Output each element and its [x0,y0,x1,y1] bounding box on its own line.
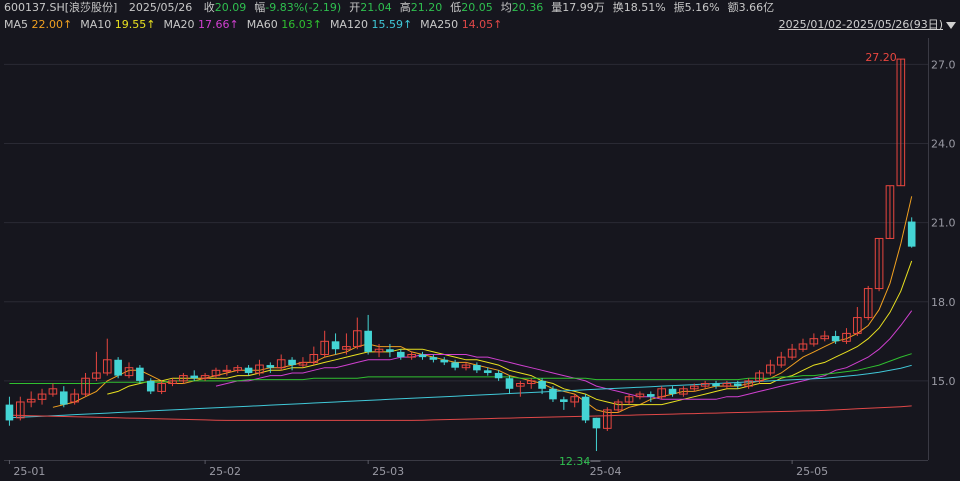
candle-body [505,378,514,389]
candle-body [549,388,557,400]
candle-body [288,359,296,366]
y-axis-line [928,38,929,460]
candlestick-chart[interactable]: 15.0 18.0 21.0 24.0 27.0 25-01 25-02 25-03 25-04… [0,0,960,481]
x-tick-label: 25-04 [590,465,622,478]
candle-body [146,380,155,392]
candle-body [244,367,253,373]
candle-body [386,349,394,352]
candle-body [494,372,503,379]
candle-body [560,399,568,402]
low-price-label: 12.34 [559,455,591,468]
candle-body [429,357,438,360]
candle-body [222,369,232,372]
candle-body [5,404,14,421]
y-tick-label: 18.0 [931,296,956,309]
candle-body [581,396,590,421]
candle-body [831,336,840,342]
x-tick-label: 25-02 [209,465,241,478]
y-tick-label: 15.0 [931,375,956,388]
x-tick-label: 25-05 [796,465,828,478]
candle-body [733,383,742,387]
candle-body [473,365,481,371]
candle-body [712,383,720,387]
candle-body [907,221,916,247]
candle-body [190,375,199,379]
y-tick-label: 27.0 [931,58,956,71]
candle-body [451,362,459,368]
high-price-label: 27.20 [865,51,897,64]
candle-body [538,380,546,389]
x-tick-label: 25-01 [13,465,45,478]
candle-body [440,359,449,363]
candle-body [646,394,655,397]
ma-line-ma250 [9,405,912,421]
candle-body [396,351,405,358]
x-axis-line [4,460,928,461]
candle-body [364,330,372,352]
candle-body [592,417,601,429]
candle-body [266,365,275,368]
y-tick-label: 24.0 [931,138,956,151]
candle-body [136,367,144,381]
candle-body [114,359,122,376]
candle-body [483,370,492,373]
candle-body [668,388,677,395]
candle-body [418,354,427,358]
candle-body [59,391,68,405]
y-tick-label: 21.0 [931,217,956,230]
x-tick-label: 25-03 [372,465,404,478]
candle-body [331,341,340,350]
